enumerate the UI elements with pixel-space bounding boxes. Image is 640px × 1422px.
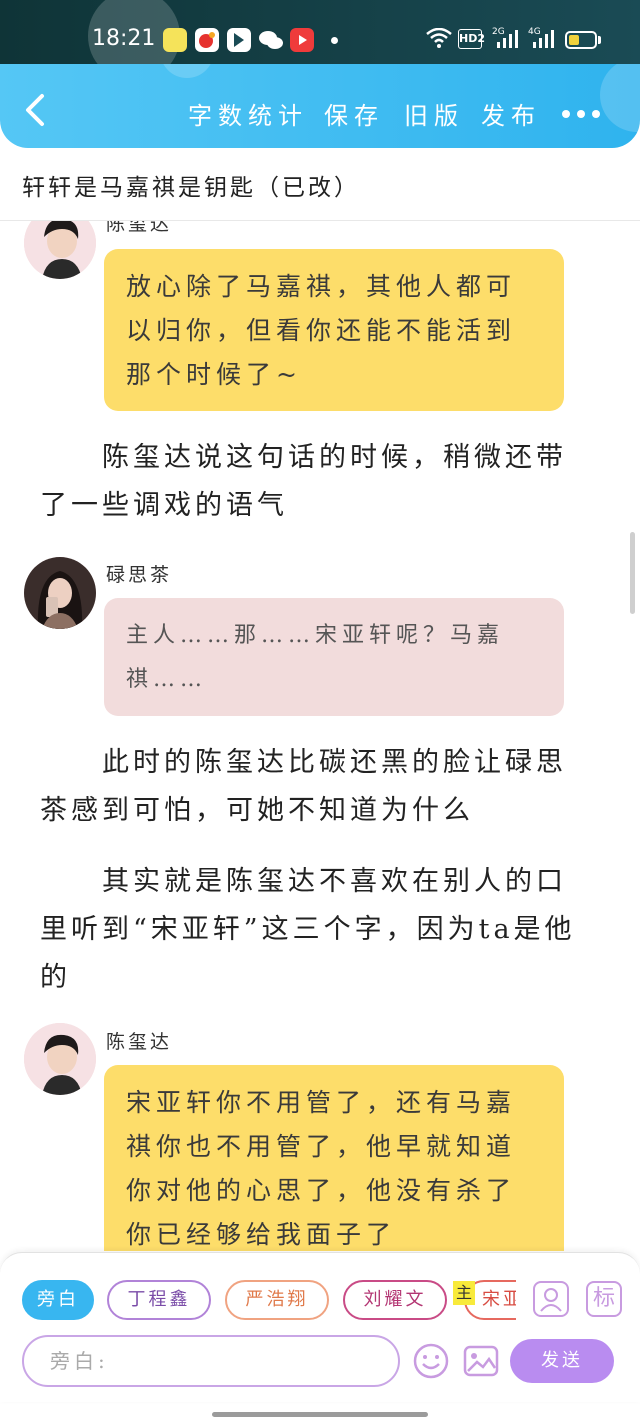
signal-icon (497, 30, 518, 48)
image-icon[interactable] (462, 1342, 500, 1380)
avatar[interactable] (24, 221, 96, 279)
send-button[interactable]: 发送 (510, 1339, 614, 1383)
role-chip[interactable]: 严浩翔 (225, 1280, 329, 1320)
narration-paragraph[interactable]: 此时的陈玺达比碳还黑的脸让碌思茶感到可怕，可她不知道为什么 (40, 739, 596, 835)
more-button[interactable] (560, 108, 602, 120)
avatar[interactable] (24, 557, 96, 629)
role-chip[interactable]: 丁程鑫 (107, 1280, 211, 1320)
status-bar: 18:21 HD2 2G 4G (0, 0, 640, 82)
emoji-icon[interactable] (412, 1342, 450, 1380)
more-notifications-dot (331, 37, 338, 44)
weibo-icon (195, 28, 219, 52)
dialogue-bubble[interactable]: 放心除了马嘉祺，其他人都可以归你，但看你还能不能活到那个时候了~ (104, 249, 564, 411)
app-notification-icon (227, 28, 251, 52)
chevron-left-icon (26, 94, 44, 126)
status-time: 18:21 (92, 26, 156, 51)
hd-voice-badge: HD2 (458, 29, 485, 49)
home-indicator[interactable] (212, 1412, 428, 1417)
person-card-icon[interactable] (533, 1281, 569, 1317)
save-button[interactable]: 保存 (324, 96, 384, 131)
notification-app-icon (163, 28, 187, 52)
speaker-name: 陈玺达 (106, 1031, 173, 1053)
video-app-icon (290, 28, 314, 52)
role-chip-narrator[interactable]: 旁白 (22, 1280, 94, 1320)
narration-paragraph[interactable]: 其实就是陈玺达不喜欢在别人的口里听到“宋亚轩”这三个字，因为ta是他的 (40, 858, 596, 1002)
battery-icon (565, 31, 597, 49)
story-content[interactable]: 陈玺达 放心除了马嘉祺，其他人都可以归你，但看你还能不能活到那个时候了~ 陈玺达… (0, 221, 640, 1251)
message-input[interactable] (22, 1335, 400, 1387)
story-title[interactable]: 轩轩是马嘉祺是钥匙（已改） (22, 168, 360, 202)
more-dots-icon (592, 110, 600, 118)
wechat-icon (258, 28, 283, 52)
word-count-button[interactable]: 字数统计 (188, 96, 308, 131)
battery-tip (598, 36, 601, 44)
narration-paragraph[interactable]: 陈玺达说这句话的时候，稍微还带了一些调戏的语气 (40, 434, 596, 530)
publish-button[interactable]: 发布 (481, 96, 541, 131)
signal-icon (533, 30, 554, 48)
role-input-panel: 旁白 丁程鑫 严浩翔 刘耀文 宋亚 标 发送 (0, 1252, 640, 1402)
avatar[interactable] (24, 1023, 96, 1095)
decorative-circle (160, 64, 214, 78)
wifi-icon (426, 28, 452, 48)
back-button[interactable] (18, 90, 54, 130)
main-role-tag: 主 (453, 1281, 475, 1305)
speaker-name: 陈玺达 (106, 221, 173, 235)
battery-level (569, 35, 579, 45)
label-icon[interactable]: 标 (586, 1281, 622, 1317)
decorative-circle (600, 64, 640, 132)
scrollbar[interactable] (630, 532, 635, 614)
speaker-name: 碌思茶 (106, 564, 173, 586)
role-chip[interactable]: 刘耀文 (343, 1280, 447, 1320)
more-dots-icon (562, 110, 570, 118)
more-dots-icon (577, 110, 585, 118)
dialogue-bubble[interactable]: 主人……那……宋亚轩呢？马嘉祺…… (104, 598, 564, 716)
old-version-button[interactable]: 旧版 (404, 96, 464, 131)
editor-header: 字数统计 保存 旧版 发布 (0, 64, 640, 148)
dialogue-bubble[interactable]: 宋亚轩你不用管了，还有马嘉祺你也不用管了，他早就知道你对他的心思了，他没有杀了你… (104, 1065, 564, 1251)
